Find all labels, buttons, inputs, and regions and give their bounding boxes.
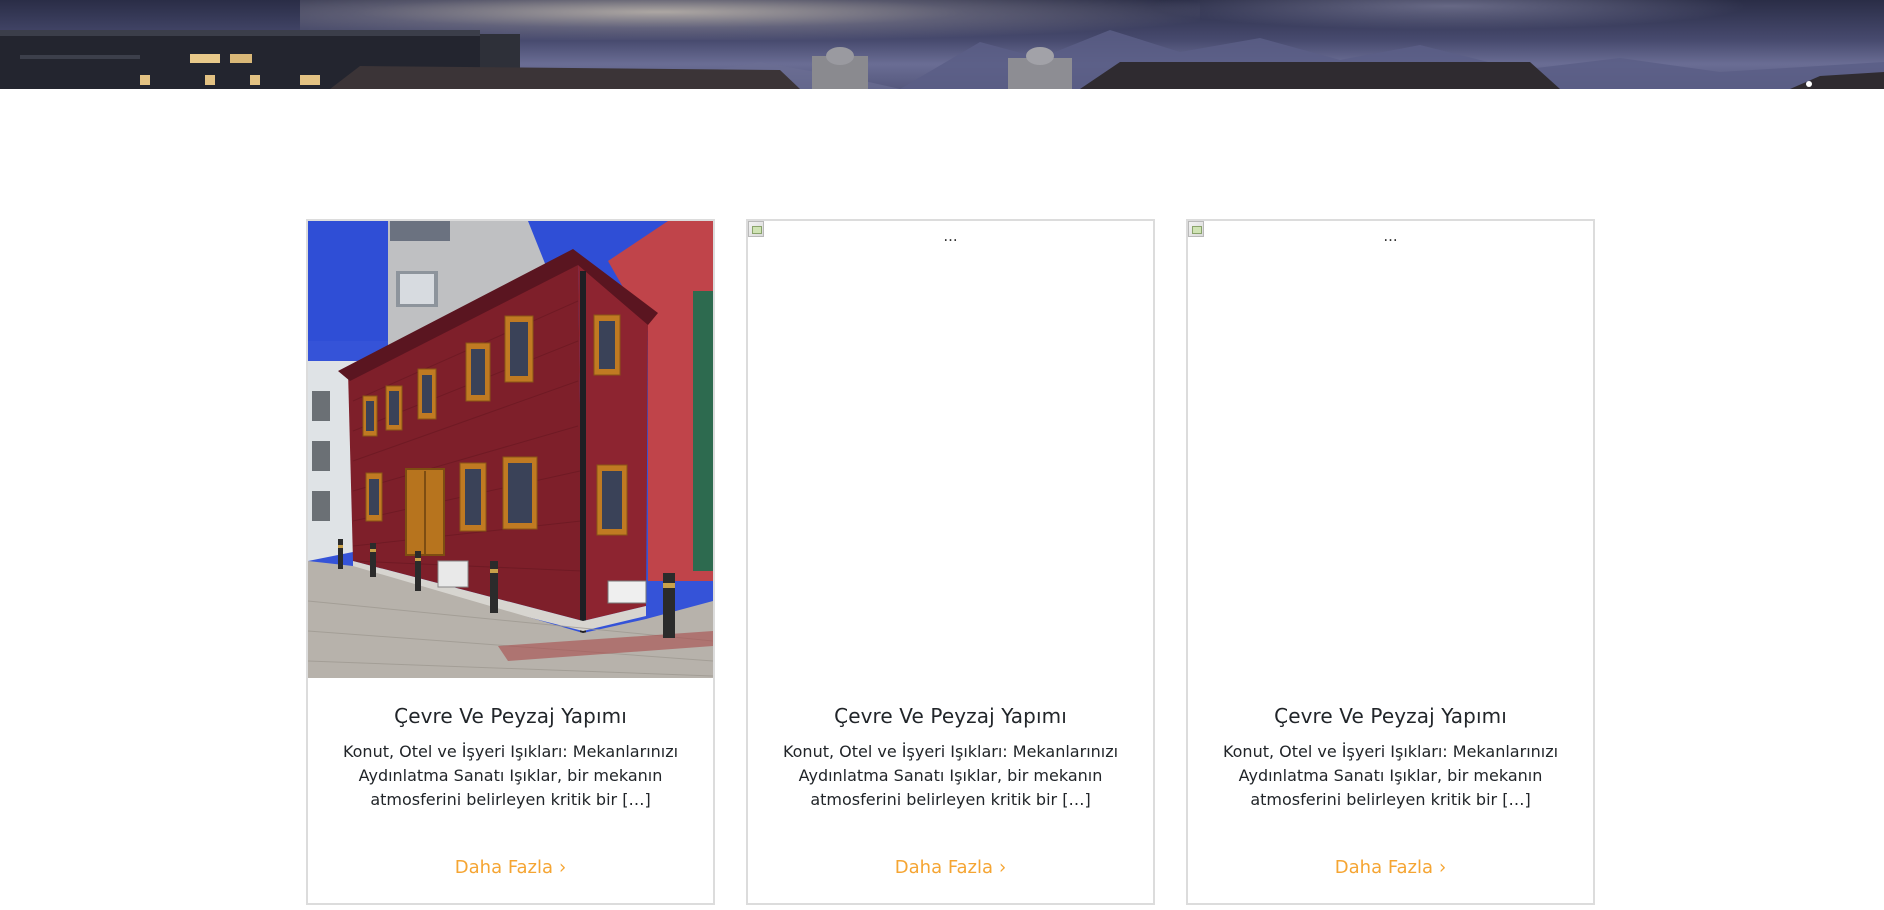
card-title: Çevre Ve Peyzaj Yapımı: [1274, 704, 1507, 728]
service-card: ... Çevre Ve Peyzaj Yapımı Konut, Otel v…: [1186, 219, 1595, 905]
card-title: Çevre Ve Peyzaj Yapımı: [394, 704, 627, 728]
card-image: ...: [748, 221, 1153, 678]
read-more-link[interactable]: Daha Fazla ›: [308, 855, 713, 880]
skyline-illustration: [0, 30, 1884, 89]
card-excerpt: Konut, Otel ve İşyeri Işıkları: Mekanlar…: [782, 742, 1119, 809]
card-excerpt: Konut, Otel ve İşyeri Işıkları: Mekanlar…: [1222, 742, 1559, 809]
service-card: ... Çevre Ve Peyzaj Yapımı Konut, Otel v…: [746, 219, 1155, 905]
image-alt-text: ...: [1383, 227, 1398, 245]
read-more-link[interactable]: Daha Fazla ›: [748, 855, 1153, 880]
red-wooden-house-photo: [308, 221, 713, 678]
chevron-right-icon: ›: [1439, 855, 1447, 880]
read-more-label: Daha Fazla: [894, 857, 994, 878]
card-image: ...: [1188, 221, 1593, 678]
image-alt-text: ...: [943, 227, 958, 245]
hero-banner-image: [0, 0, 1884, 89]
card-excerpt: Konut, Otel ve İşyeri Işıkları: Mekanlar…: [342, 742, 679, 809]
service-card-grid: Çevre Ve Peyzaj Yapımı Konut, Otel ve İş…: [306, 219, 1596, 905]
read-more-label: Daha Fazla: [454, 857, 554, 878]
read-more-label: Daha Fazla: [1334, 857, 1434, 878]
read-more-link[interactable]: Daha Fazla ›: [1188, 855, 1593, 880]
chevron-right-icon: ›: [999, 855, 1007, 880]
chevron-right-icon: ›: [559, 855, 567, 880]
service-card: Çevre Ve Peyzaj Yapımı Konut, Otel ve İş…: [306, 219, 715, 905]
card-image: [308, 221, 713, 678]
card-title: Çevre Ve Peyzaj Yapımı: [834, 704, 1067, 728]
